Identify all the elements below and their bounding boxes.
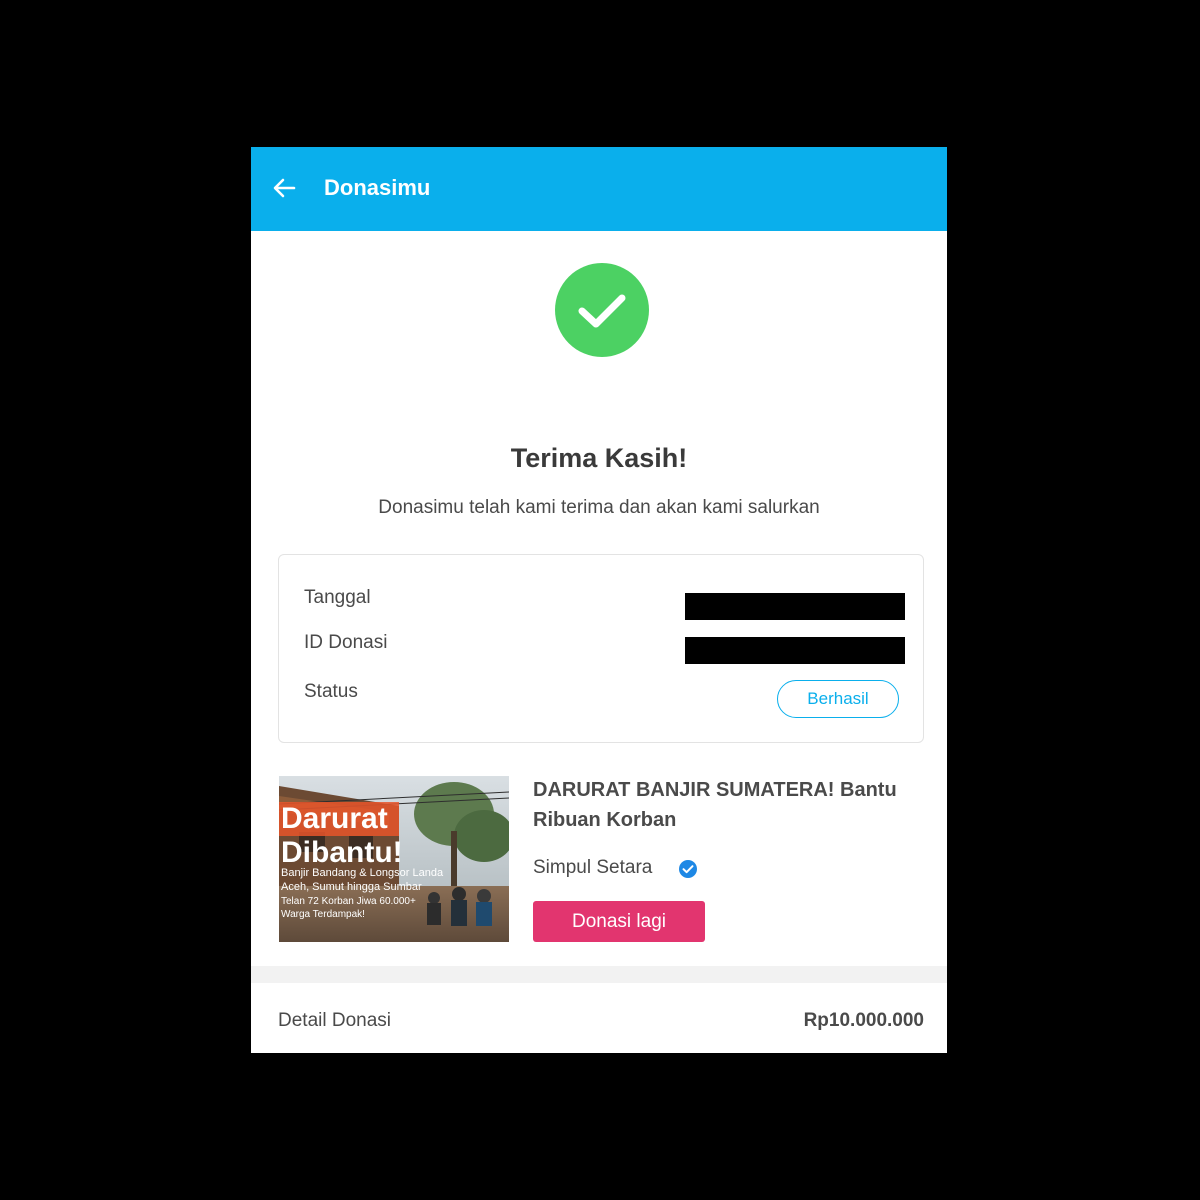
donation-detail-label[interactable]: Detail Donasi bbox=[278, 1008, 391, 1034]
donation-id-label: ID Donasi bbox=[304, 632, 388, 653]
thumb-caption-3: Telan 72 Korban Jiwa 60.000+ bbox=[281, 896, 416, 907]
status-label: Status bbox=[304, 681, 358, 702]
date-label: Tanggal bbox=[304, 587, 371, 608]
check-circle-icon bbox=[555, 263, 649, 357]
thumb-caption-1: Banjir Bandang & Longsor Landa bbox=[281, 867, 444, 879]
organizer-name: Simpul Setara bbox=[533, 857, 653, 878]
thumb-headline-1: Darurat bbox=[281, 802, 388, 835]
thumb-caption-4: Warga Terdampak! bbox=[281, 909, 365, 920]
donation-amount: Rp10.000.000 bbox=[803, 1010, 924, 1031]
app-bar-title: Donasimu bbox=[324, 175, 431, 200]
donate-again-button[interactable]: Donasi lagi bbox=[533, 901, 705, 942]
status-badge: Berhasil bbox=[777, 680, 899, 718]
date-value-redacted bbox=[685, 593, 905, 620]
arrow-left-icon[interactable] bbox=[271, 175, 297, 201]
donation-receipt-screen: Donasimu Terima Kasih! Donasimu telah ka… bbox=[251, 147, 947, 1053]
campaign-thumbnail[interactable]: Darurat Dibantu! Banjir Bandang & Longso… bbox=[279, 776, 509, 942]
donation-id-value-redacted bbox=[685, 637, 905, 664]
section-divider bbox=[251, 966, 947, 983]
thank-you-title: Terima Kasih! bbox=[510, 443, 688, 473]
thumb-headline-2: Dibantu! bbox=[281, 836, 403, 869]
thumb-caption-2: Aceh, Sumut hingga Sumbar bbox=[281, 881, 422, 893]
donation-info-card: Tanggal ID Donasi Status Berhasil bbox=[278, 554, 924, 743]
verified-check-icon bbox=[679, 860, 697, 878]
app-bar: Donasimu bbox=[251, 147, 947, 231]
thank-you-subtitle: Donasimu telah kami terima dan akan kami… bbox=[378, 497, 820, 518]
campaign-thumbnail-image: Darurat Dibantu! Banjir Bandang & Longso… bbox=[279, 776, 509, 942]
campaign-title[interactable]: DARURAT BANJIR SUMATERA! Bantu Ribuan Ko… bbox=[533, 775, 913, 835]
